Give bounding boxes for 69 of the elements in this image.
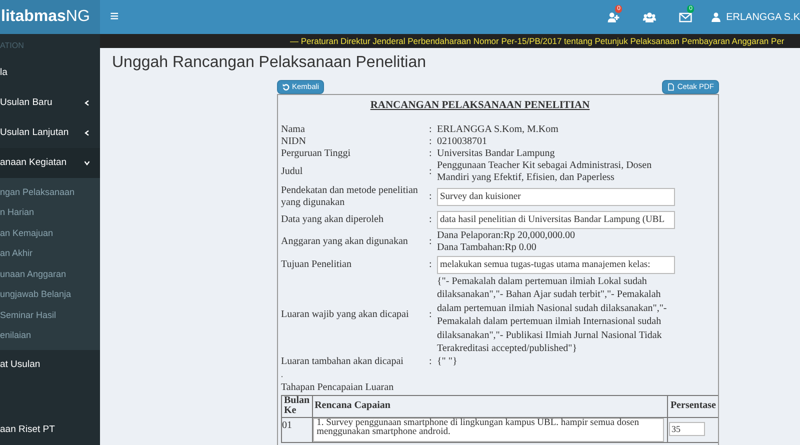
field-label: NIDN — [281, 136, 306, 148]
user-icon — [711, 12, 722, 22]
column-header: Persentase — [670, 400, 716, 411]
sidebar-item[interactable]: Usulan Lanjutan — [0, 118, 100, 148]
colon: : — [429, 124, 432, 136]
user-menu[interactable]: ERLANGGA S.K — [726, 10, 800, 24]
text-input[interactable]: melakukan semua tugas-tugas utama manajemen kelas: — [437, 256, 675, 274]
submenu-item[interactable]: ungjawab Belanja — [0, 284, 100, 305]
field-value: Dana Tambahan:Rp 0.00 — [437, 242, 538, 254]
undo-icon — [282, 83, 290, 91]
column-header: Bulan Ke — [284, 394, 310, 416]
percent-input[interactable]: 35 — [669, 422, 706, 436]
field-value: Penggunaan Teacher Kit sebagai Administrasi, Dosen Mandiri yang Efektif, Efisien, dan Paperless — [437, 160, 653, 184]
sidebar-item[interactable]: aan Riset PT — [0, 415, 100, 445]
field-label: Nama — [281, 124, 305, 136]
colon: : — [429, 166, 432, 178]
users-icon[interactable] — [642, 10, 656, 24]
sidebar-heading: ATION — [0, 40, 25, 52]
field-label: Luaran wajib yang akan dicapai — [281, 309, 409, 322]
field-label: Perguruan Tinggi — [281, 148, 351, 160]
menu-button[interactable]: ≡ — [108, 0, 121, 34]
caret-icon — [84, 160, 90, 166]
colon: : — [429, 136, 432, 148]
document-icon — [667, 83, 676, 91]
colon: : — [429, 258, 432, 271]
submenu-item[interactable]: n Harian — [0, 202, 100, 223]
logo-text[interactable]: litabmasNG — [1, 5, 90, 29]
colon: : — [429, 190, 432, 203]
field-value: 0210038701 — [437, 136, 488, 148]
sidebar-item[interactable]: at Usulan — [0, 350, 100, 380]
page-title: Unggah Rancangan Pelaksanaan Penelitian — [112, 53, 428, 73]
field-value: Dana Pelaporan:Rp 20,000,000.00 — [437, 230, 576, 242]
submenu-item[interactable]: unaan Anggaran — [0, 264, 100, 284]
sidebar-item[interactable]: anaan Kegiatan — [0, 148, 100, 178]
field-value: {" "} — [437, 356, 458, 368]
colon: : — [429, 214, 432, 226]
colon: : — [429, 309, 432, 322]
colon: : — [429, 148, 432, 160]
sidebar-item[interactable]: la — [0, 58, 100, 88]
field-value: ERLANGGA S.Kom, M.Kom — [437, 124, 560, 136]
field-label: Data yang akan diperoleh — [281, 214, 384, 226]
text-input[interactable]: Survey dan kuisioner — [437, 188, 675, 206]
news-ticker: — Peraturan Direktur Jenderal Perbendaharaan Nomor Per-15/PB/2017 tentang Petunjuk Pelaksanaan Pembayaran Anggaran Per — [100, 34, 800, 48]
text-input[interactable]: data hasil penelitian di Universitas Bandar Lampung (UBL — [437, 210, 675, 229]
colon: : — [429, 236, 432, 248]
field-label: Luaran tambahan akan dicapai — [281, 356, 404, 368]
add-user-icon[interactable] — [606, 10, 620, 24]
field-value: {"- Pemakalah dalam pertemuan ilmiah Lokal sudah dilaksanakan","- Bahan Ajar sudah terbit","- Pemakalah dalam pertemuan ilmiah Nasional sudah dilaksanakan","- Pemakalah dalam pertemuan ilmiah Internasional sudah dilaksanakan","- Publikasi Ilmiah Jurnal Nasional Tidak Terakreditasi accepted/published"} — [437, 274, 668, 356]
caret-icon — [84, 100, 90, 106]
submenu-item[interactable]: enilaian — [0, 326, 100, 346]
field-label: Judul — [281, 166, 303, 178]
dot-mark: . — [281, 370, 284, 380]
submenu-item[interactable]: an Kemajuan — [0, 223, 100, 244]
section-heading: Tahapan Pencapaian Luaran — [281, 382, 395, 394]
document-title: RANCANGAN PELAKSANAAN PENELITIAN — [369, 99, 591, 113]
submenu-item[interactable]: an Akhir — [0, 244, 100, 264]
envelope-icon[interactable] — [678, 10, 692, 24]
submenu-item[interactable]: ngan Pelaksanaan — [0, 182, 100, 202]
sidebar-item[interactable]: Usulan Baru — [0, 88, 100, 118]
field-label: Anggaran yang akan digunakan — [281, 236, 408, 248]
table-cell: 01 — [282, 417, 312, 442]
column-header: Rencana Capaian — [314, 400, 390, 411]
caret-icon — [84, 130, 90, 136]
field-label: Tujuan Penelitian — [281, 258, 352, 271]
field-label: Pendekatan dan metode penelitian yang digunakan — [281, 184, 419, 209]
field-value: Universitas Bandar Lampung — [437, 148, 556, 160]
submenu-item[interactable]: Seminar Hasil — [0, 305, 100, 326]
text-area[interactable]: 1. Survey penggunaan smartphone di lingkungan kampus UBL. hampir semua dosen menggunakan smartphone android. — [312, 418, 664, 442]
colon: : — [429, 356, 432, 368]
